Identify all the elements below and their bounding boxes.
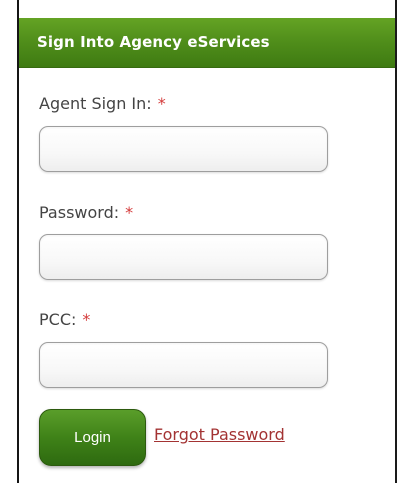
login-panel: Sign Into Agency eServices Agent Sign In…: [17, 0, 397, 483]
agent-sign-in-input[interactable]: [39, 126, 328, 172]
required-asterisk: *: [125, 203, 134, 222]
password-input[interactable]: [39, 234, 328, 280]
pcc-input[interactable]: [39, 342, 328, 388]
pcc-label: PCC: *: [39, 310, 90, 329]
required-asterisk: *: [82, 310, 91, 329]
agent-sign-in-label: Agent Sign In: *: [39, 94, 166, 113]
forgot-password-link[interactable]: Forgot Password: [154, 425, 285, 444]
panel-header: Sign Into Agency eServices: [19, 18, 397, 68]
agent-sign-in-label-text: Agent Sign In:: [39, 94, 152, 113]
password-label: Password: *: [39, 203, 133, 222]
required-asterisk: *: [157, 94, 166, 113]
pcc-label-text: PCC:: [39, 310, 77, 329]
login-button[interactable]: Login: [39, 409, 146, 466]
password-label-text: Password:: [39, 203, 120, 222]
panel-title: Sign Into Agency eServices: [37, 33, 270, 51]
